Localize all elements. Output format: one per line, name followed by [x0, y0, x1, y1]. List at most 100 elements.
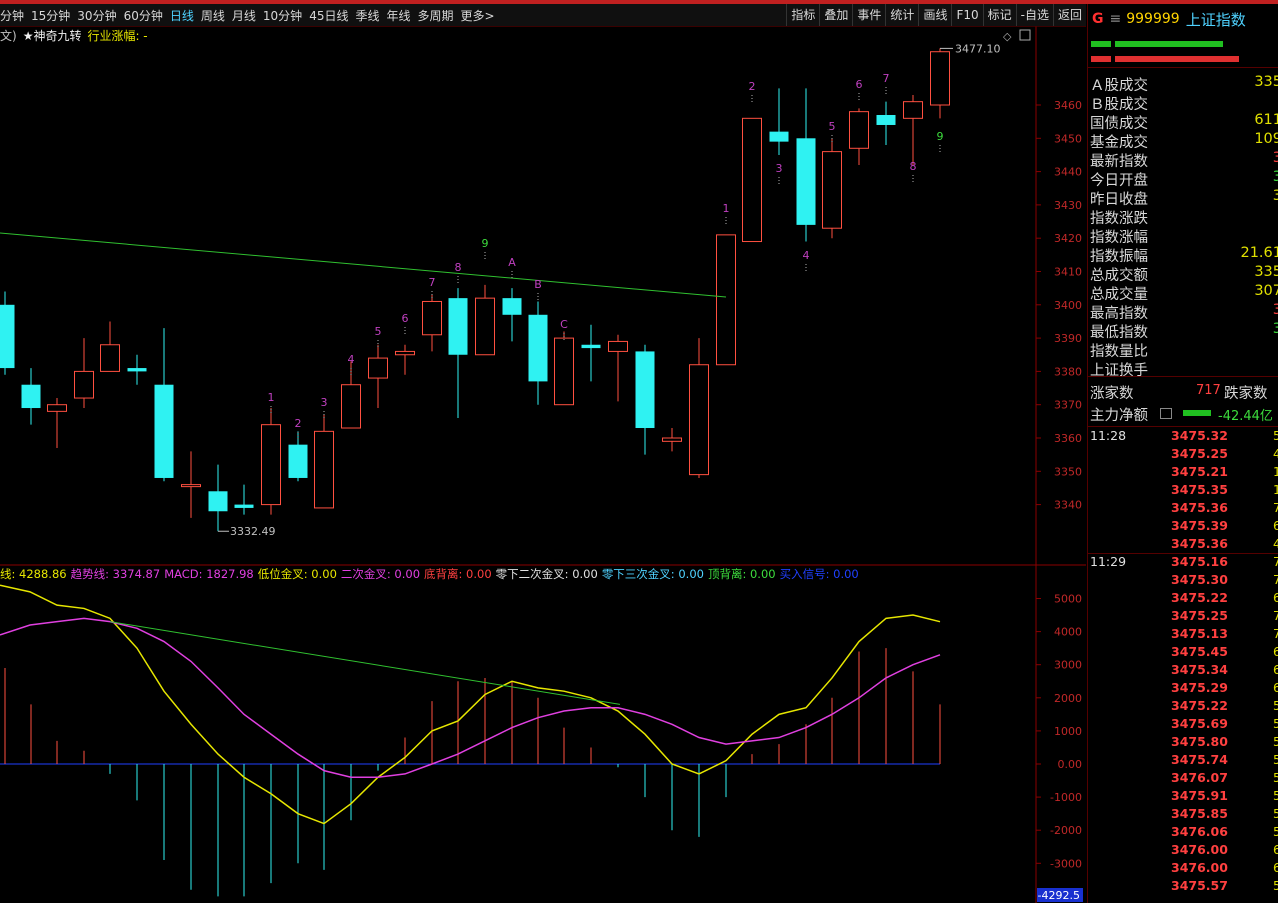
price-tick-label: 3390 — [1054, 332, 1082, 345]
period-tab[interactable]: 年线 — [386, 7, 410, 24]
divider — [1088, 376, 1278, 377]
tick-volume: 5 — [1273, 806, 1278, 821]
stat-row: 今日开盘 3 — [1090, 169, 1278, 189]
tick-row: 3475.36 4 — [1088, 536, 1278, 554]
nine-turn-label: 4 — [803, 249, 810, 262]
tick-price: 3475.22 — [1171, 590, 1228, 605]
tick-price: 3475.16 — [1171, 554, 1228, 569]
candle-body — [181, 484, 201, 488]
stat-label: 总成交量 — [1090, 287, 1148, 303]
stat-row: 最新指数 3 — [1090, 150, 1278, 170]
tool-button[interactable]: 画线 — [918, 4, 951, 26]
period-tab[interactable]: 月线 — [232, 7, 256, 24]
tool-button[interactable]: 事件 — [852, 4, 885, 26]
stat-value: 335 — [1254, 264, 1278, 280]
stat-row: 指数涨跌 — [1090, 207, 1278, 227]
candle-body — [876, 114, 896, 125]
price-tick-label: 3350 — [1054, 465, 1082, 478]
tick-row: 3475.91 5 — [1088, 788, 1278, 806]
tick-volume: 7 — [1273, 608, 1278, 623]
candle-body — [608, 340, 628, 352]
tick-price: 3475.36 — [1171, 536, 1228, 551]
period-tab[interactable]: 更多> — [461, 7, 495, 24]
tool-button[interactable]: F10 — [951, 4, 982, 26]
tick-price: 3476.00 — [1171, 842, 1228, 857]
period-tab[interactable]: 多周期 — [418, 7, 454, 24]
dea-line — [0, 617, 941, 778]
menu-icon[interactable]: ≡ — [1110, 11, 1122, 27]
candle-body — [208, 491, 228, 512]
stat-label: Ａ股成交 — [1090, 78, 1148, 94]
dif-line — [0, 584, 941, 825]
tick-volume: 7 — [1273, 572, 1278, 587]
flow-value: -42.44亿 — [1218, 409, 1273, 424]
price-tick-label: 3420 — [1054, 232, 1082, 245]
tick-price: 3476.07 — [1171, 770, 1228, 785]
buy-strength-bar — [1091, 41, 1223, 47]
candle-body — [100, 344, 120, 372]
stat-row: 国债成交 611 — [1090, 112, 1278, 132]
stat-label: 基金成交 — [1090, 135, 1148, 151]
tick-price: 3475.35 — [1171, 482, 1228, 497]
nine-turn-label: 2 — [749, 80, 756, 93]
price-tick-label: 3410 — [1054, 266, 1082, 279]
tick-price: 3475.85 — [1171, 806, 1228, 821]
tool-button[interactable]: 叠加 — [819, 4, 852, 26]
price-tick-label: 3340 — [1054, 499, 1082, 512]
tick-price: 3475.25 — [1171, 608, 1228, 623]
nine-turn-label: 6 — [856, 78, 863, 91]
tick-row: 3475.25 4 — [1088, 446, 1278, 464]
flow-label: 主力净额 — [1090, 408, 1148, 424]
period-tab[interactable]: 45日线 — [309, 7, 348, 24]
main-chart[interactable]: ◇346034503440343034203410340033903380337… — [0, 26, 1086, 903]
candle-body — [288, 444, 308, 478]
nine-turn-label: 5 — [375, 325, 382, 338]
price-tick-label: 3360 — [1054, 432, 1082, 445]
tool-button[interactable]: 标记 — [982, 4, 1016, 26]
period-tab[interactable]: 分钟 — [0, 7, 24, 24]
period-tab[interactable]: 季线 — [355, 7, 379, 24]
nine-turn-label: 1 — [268, 391, 275, 404]
restore-icon — [1019, 29, 1031, 41]
period-tab[interactable]: 10分钟 — [263, 7, 302, 24]
nine-turn-label: 9 — [482, 237, 489, 250]
indicator-name[interactable]: ★神奇九转 — [23, 27, 82, 44]
candle-body — [154, 384, 174, 478]
tick-price: 3475.91 — [1171, 788, 1228, 803]
tick-row: 3475.21 1 — [1088, 464, 1278, 482]
tick-volume: 7 — [1273, 500, 1278, 515]
rise-value: 717 — [1196, 383, 1221, 398]
tick-volume: 4 — [1273, 536, 1278, 551]
trend-line — [0, 232, 727, 298]
tick-row: 3476.06 5 — [1088, 824, 1278, 842]
stat-label: Ｂ股成交 — [1090, 97, 1148, 113]
indicator-value: 顶背离: 0.00 — [707, 567, 776, 581]
group-label[interactable]: G — [1092, 11, 1104, 27]
subheader-prefix: 文) — [0, 28, 17, 43]
period-tab[interactable]: 30分钟 — [77, 7, 116, 24]
tick-volume: 5 — [1273, 788, 1278, 803]
candle-body — [635, 351, 655, 429]
candle-body — [903, 101, 923, 119]
flow-icon[interactable] — [1160, 408, 1172, 419]
candle-body — [0, 304, 15, 369]
stat-row: 昨日收盘 3 — [1090, 188, 1278, 208]
macd-tick-label: 5000 — [1054, 593, 1082, 606]
period-tab[interactable]: 周线 — [201, 7, 225, 24]
stat-row: 最高指数 3 — [1090, 302, 1278, 322]
tick-volume: 5 — [1273, 428, 1278, 443]
tool-button[interactable]: 指标 — [786, 4, 819, 26]
tool-button[interactable]: -自选 — [1015, 4, 1053, 26]
tick-volume: 5 — [1273, 716, 1278, 731]
period-tab[interactable]: 日线 — [170, 7, 194, 24]
indicator-value: 低位金叉: 0.00 — [257, 567, 337, 581]
period-tab[interactable]: 15分钟 — [31, 7, 70, 24]
macd-indicator-bar: 线: 4288.86 趋势线: 3374.87 MACD: 1827.98 低位金叉:… — [0, 566, 863, 582]
period-toolbar: 分钟 15分钟 30分钟 60分钟 日线 周线 月线 10分钟 45日线 季线 年线 多周期 更多> 指… — [0, 4, 1086, 27]
tool-button[interactable]: 返回 — [1052, 4, 1086, 26]
candle-body — [716, 234, 736, 366]
tool-button[interactable]: 统计 — [885, 4, 918, 26]
tick-price: 3475.45 — [1171, 644, 1228, 659]
period-tab[interactable]: 60分钟 — [124, 7, 163, 24]
indicator-value: 买入信号: 0.00 — [779, 567, 859, 581]
